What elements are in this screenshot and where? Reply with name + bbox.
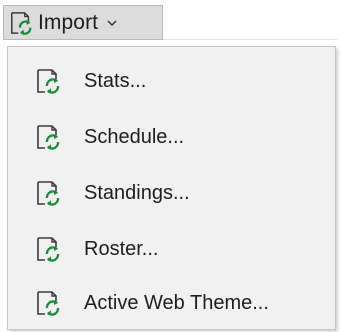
menu-item-active-web-theme[interactable]: Active Web Theme...: [8, 277, 335, 329]
chevron-down-icon: [105, 16, 119, 30]
import-menu: Stats... Schedule... Standings... Roster…: [7, 46, 336, 330]
menu-item-roster[interactable]: Roster...: [8, 223, 335, 275]
menu-item-label: Schedule...: [84, 125, 185, 148]
menu-item-label: Active Web Theme...: [84, 291, 269, 314]
menu-item-stats[interactable]: Stats...: [8, 55, 335, 107]
menu-item-label: Standings...: [84, 181, 190, 204]
import-button-label: Import: [38, 10, 99, 34]
import-refresh-icon: [35, 290, 61, 316]
menu-item-standings[interactable]: Standings...: [8, 167, 335, 219]
import-refresh-icon: [35, 68, 61, 94]
import-refresh-icon: [35, 180, 61, 206]
ribbon-divider: [163, 39, 338, 40]
import-dropdown-screen: Import Stats... Schedule... Standings...…: [0, 0, 341, 332]
menu-item-label: Stats...: [84, 69, 147, 92]
import-refresh-icon: [35, 236, 61, 262]
import-refresh-icon: [9, 11, 33, 35]
menu-item-label: Roster...: [84, 237, 159, 260]
menu-item-schedule[interactable]: Schedule...: [8, 111, 335, 163]
import-refresh-icon: [35, 124, 61, 150]
import-button[interactable]: Import: [3, 5, 163, 40]
